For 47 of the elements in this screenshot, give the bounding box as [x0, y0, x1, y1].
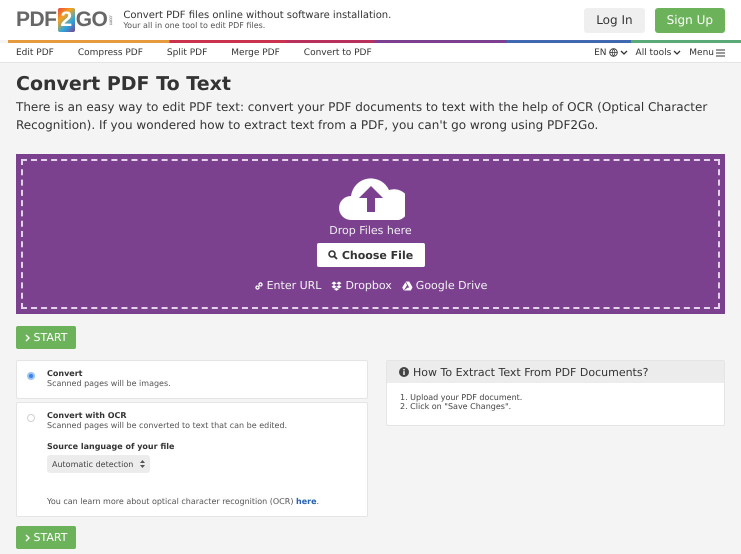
tagline-subtitle: Your all in one tool to edit PDF files.: [123, 21, 266, 30]
cloud-upload-icon: [336, 176, 404, 222]
option-card[interactable]: Convert Scanned pages will be images.: [16, 360, 368, 399]
nav-link[interactable]: Merge PDF: [231, 48, 280, 58]
page-title: Convert PDF To Text: [16, 73, 232, 95]
drop-hint: Drop Files here: [329, 224, 412, 237]
chevron-right-icon: [24, 534, 30, 542]
log-in-button[interactable]: Log In: [584, 8, 645, 32]
radio-button[interactable]: [27, 414, 35, 422]
language-select[interactable]: Automatic detection: [47, 455, 150, 473]
choose-file-button[interactable]: Choose File: [316, 243, 424, 267]
language-label: Source language of your file: [47, 442, 176, 451]
menu-icon: [716, 48, 725, 56]
search-icon: [328, 250, 338, 260]
radio-button[interactable]: [27, 372, 35, 380]
dropbox-icon: [331, 280, 342, 290]
menu-button[interactable]: Menu: [689, 48, 725, 58]
source-link[interactable]: Enter URL: [254, 279, 322, 292]
chevron-down-icon: [673, 50, 682, 56]
link-icon: [254, 280, 264, 290]
help-step: 1. Upload your PDF document.: [400, 393, 711, 402]
option-description: Scanned pages will be images.: [47, 379, 171, 388]
source-link[interactable]: Dropbox: [331, 279, 392, 292]
help-step: 2. Click on "Save Changes".: [400, 402, 711, 411]
all-tools-menu[interactable]: All tools: [636, 48, 682, 58]
nav-link[interactable]: Convert to PDF: [304, 48, 372, 58]
drop-zone[interactable]: Drop Files here Choose File Enter URL Dropbox Google Drive: [16, 154, 725, 314]
help-title: How To Extract Text From PDF Documents?: [387, 361, 724, 383]
drive-icon: [402, 280, 413, 290]
chevron-down-icon: [620, 50, 628, 56]
info-icon: [399, 367, 409, 377]
option-description: Scanned pages will be converted to text that can be edited.: [47, 421, 288, 430]
chevron-right-icon: [24, 334, 30, 342]
nav-link[interactable]: Compress PDF: [78, 48, 143, 58]
source-link[interactable]: Google Drive: [402, 279, 488, 292]
nav-link[interactable]: Edit PDF: [16, 48, 54, 58]
nav-link[interactable]: Split PDF: [166, 48, 208, 58]
tagline: Convert PDF files online without software installation.: [123, 10, 392, 21]
here-link[interactable]: here: [296, 497, 316, 506]
globe-icon: [608, 48, 618, 57]
option-card[interactable]: Convert with OCR Scanned pages will be converted to text that can be edited. Source language of your file Automatic detection You can learn more about optical character recognition (OCR) here.: [16, 402, 368, 517]
option-title: Convert with OCR: [47, 411, 128, 420]
ocr-note: You can learn more about optical character recognition (OCR) here.: [47, 497, 320, 506]
updown-icon: [140, 460, 145, 468]
option-title: Convert: [47, 369, 84, 378]
language-menu[interactable]: EN: [594, 48, 628, 58]
page-description: There is an easy way to edit PDF text: convert your PDF documents to text with the help of OCR (Optical Character Recognition). If you wondered how to extract text from a PDF, you can't go wrong using PDF2Go.: [16, 99, 708, 134]
